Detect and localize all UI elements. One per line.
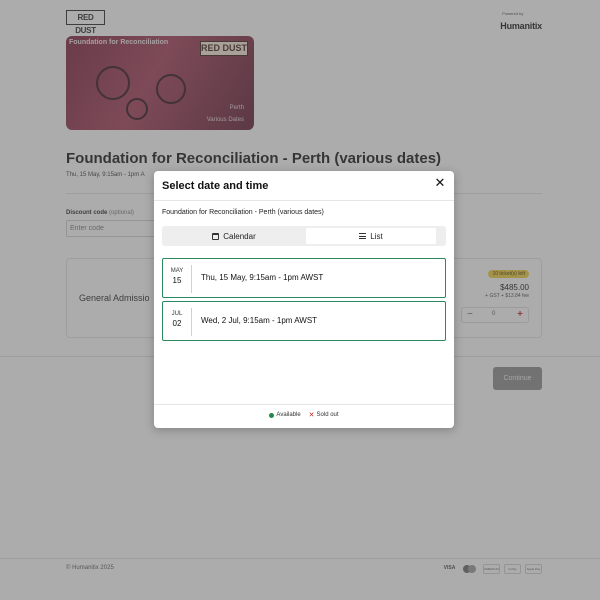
tab-list-label: List	[370, 231, 383, 241]
legend-sold-out: ✕ Sold out	[308, 411, 339, 419]
date-label: Thu, 15 May, 9:15am - 1pm AWST	[201, 273, 324, 282]
view-toggle: Calendar List	[162, 226, 446, 246]
list-icon	[359, 233, 367, 239]
modal-divider	[154, 200, 454, 201]
legend-available: Available	[269, 412, 301, 418]
date-label: Wed, 2 Jul, 9:15am - 1pm AWST	[201, 316, 318, 325]
tab-calendar[interactable]: Calendar	[164, 228, 304, 244]
legend-sold-out-label: Sold out	[316, 412, 339, 418]
date-badge: MAY 15	[163, 265, 192, 293]
legend-available-label: Available	[276, 412, 301, 418]
modal-footer-divider	[154, 404, 454, 405]
select-date-modal: Select date and time ✕ Foundation for Re…	[154, 171, 454, 428]
date-badge: JUL 02	[163, 308, 192, 336]
available-dot-icon	[269, 412, 275, 418]
date-month: JUL	[171, 311, 183, 317]
modal-event-name: Foundation for Reconciliation - Perth (v…	[162, 209, 324, 216]
date-month: MAY	[170, 268, 184, 274]
close-icon[interactable]: ✕	[434, 177, 446, 190]
sold-out-x-icon: ✕	[308, 411, 315, 419]
date-day: 02	[172, 319, 182, 328]
tab-list[interactable]: List	[306, 228, 436, 244]
calendar-icon	[212, 232, 220, 240]
date-day: 15	[172, 276, 182, 285]
tab-calendar-label: Calendar	[223, 231, 256, 241]
date-option[interactable]: MAY 15 Thu, 15 May, 9:15am - 1pm AWST	[162, 258, 446, 298]
availability-legend: Available ✕ Sold out	[154, 411, 454, 419]
date-option[interactable]: JUL 02 Wed, 2 Jul, 9:15am - 1pm AWST	[162, 301, 446, 341]
modal-title: Select date and time	[162, 180, 269, 192]
